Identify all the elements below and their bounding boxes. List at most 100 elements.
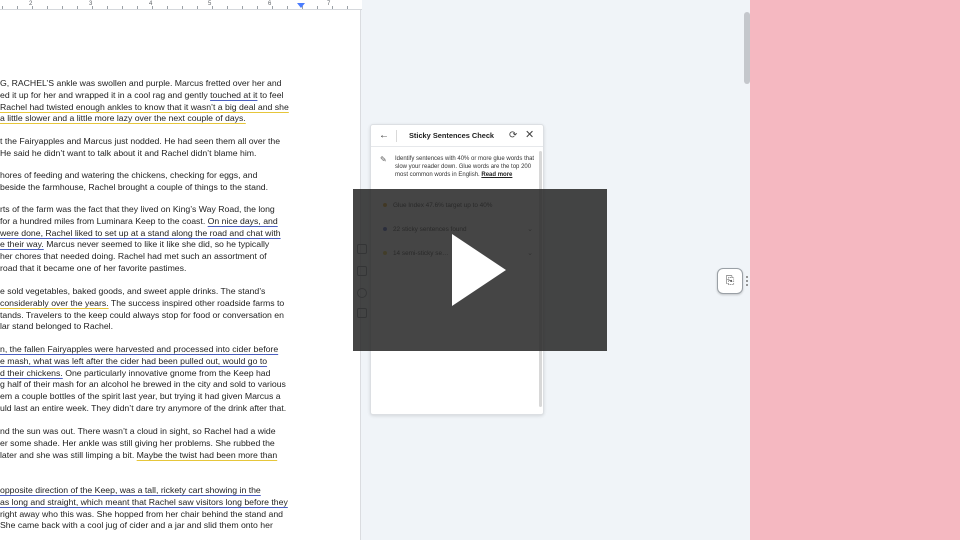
text-run: She came back with a cool jug of cider a… xyxy=(0,520,273,531)
close-icon[interactable]: ✕ xyxy=(525,128,534,142)
ruler-tick xyxy=(122,6,123,9)
text-run: nd the sun was out. There wasn’t a cloud… xyxy=(0,426,276,436)
ruler-tick xyxy=(182,6,183,9)
ruler[interactable]: 234567 xyxy=(0,0,362,10)
document-line[interactable]: considerably over the years. The success… xyxy=(0,298,284,309)
document-line[interactable]: er some shade. Her ankle was still givin… xyxy=(0,438,275,449)
text-run: to feel xyxy=(257,89,284,100)
document-line[interactable]: for a hundred miles from Luminara Keep t… xyxy=(0,216,278,227)
text-run: beside the farmhouse, Rachel brought a c… xyxy=(0,181,269,192)
text-run: em a couple bottles of the spirit last y… xyxy=(0,391,281,402)
document-line[interactable]: uld last an entire week. They didn’t dar… xyxy=(0,403,286,414)
clipboard-button[interactable]: ⎘ xyxy=(717,268,743,294)
text-run: right away who this was. She hopped from… xyxy=(0,508,283,519)
document-line[interactable]: She came back with a cool jug of cider a… xyxy=(0,520,273,531)
text-run: tands. Travelers to the keep could alway… xyxy=(0,309,284,320)
ruler-tick xyxy=(167,6,168,9)
text-run: uld last an entire week. They didn’t dar… xyxy=(0,403,287,413)
semi-sticky-sentence: Maybe the twist had been more than xyxy=(136,449,278,460)
text-run: er some shade. Her ankle was still givin… xyxy=(0,437,275,448)
ruler-tick xyxy=(2,6,3,9)
text-run: e sold vegetables, baked goods, and swee… xyxy=(0,286,266,296)
sticky-sentence: as long and straight, which meant that R… xyxy=(0,496,288,507)
text-run: hores of feeding and watering the chicke… xyxy=(0,170,258,180)
vertical-scrollbar[interactable] xyxy=(744,12,750,84)
document-line[interactable]: e their way. Marcus never seemed to like… xyxy=(0,239,269,250)
document-line[interactable]: G, RACHEL’S ankle was swollen and purple… xyxy=(0,78,282,89)
text-run: later and she was still limping a bit. xyxy=(0,449,137,460)
text-run: t the Fairyapples and Marcus just nodded… xyxy=(0,136,281,146)
document-line[interactable]: a little slower and a little more lazy o… xyxy=(0,113,246,124)
document-line[interactable]: tands. Travelers to the keep could alway… xyxy=(0,310,284,321)
ruler-tick xyxy=(197,6,198,9)
video-player-overlay[interactable] xyxy=(353,189,607,351)
ruler-tick xyxy=(137,6,138,9)
document-line[interactable]: ed it up for her and wrapped it in a coo… xyxy=(0,90,284,101)
clipboard-icon: ⎘ xyxy=(725,275,735,287)
document-line[interactable]: n, the fallen Fairyapples were harvested… xyxy=(0,344,278,355)
text-run: rts of the farm was the fact that they l… xyxy=(0,204,275,214)
document-line[interactable]: hores of feeding and watering the chicke… xyxy=(0,170,257,181)
ruler-number: 7 xyxy=(327,1,331,7)
document-line[interactable]: e mash, what was left after the cider ha… xyxy=(0,356,267,367)
semi-sticky-sentence: Rachel had twisted enough ankles to know… xyxy=(0,101,289,112)
document-line[interactable]: beside the farmhouse, Rachel brought a c… xyxy=(0,182,268,193)
document-line[interactable]: em a couple bottles of the spirit last y… xyxy=(0,391,281,402)
right-indent-marker[interactable] xyxy=(297,3,305,8)
document-line[interactable]: Rachel had twisted enough ankles to know… xyxy=(0,102,289,113)
ruler-tick xyxy=(242,6,243,9)
document-line[interactable]: lar stand belonged to Rachel. xyxy=(0,321,113,332)
sticky-sentence: opposite direction of the Keep, was a ta… xyxy=(0,485,261,495)
ruler-tick xyxy=(17,6,18,9)
document-line[interactable]: t the Fairyapples and Marcus just nodded… xyxy=(0,136,280,147)
read-more-link[interactable]: Read more xyxy=(481,172,512,178)
document-line[interactable]: e sold vegetables, baked goods, and swee… xyxy=(0,286,265,297)
document-line[interactable]: g half of their mash for an alcohol he b… xyxy=(0,379,286,390)
sticky-sentence: On nice days, and xyxy=(207,215,278,226)
document-line[interactable]: as long and straight, which meant that R… xyxy=(0,497,288,508)
document-line[interactable]: road that it became one of her favorite … xyxy=(0,263,186,274)
ruler-tick xyxy=(347,6,348,9)
ruler-tick xyxy=(272,6,273,9)
document-line[interactable]: d their chickens. One particularly innov… xyxy=(0,368,270,379)
document-line[interactable]: opposite direction of the Keep, was a ta… xyxy=(0,485,261,496)
document-line[interactable]: right away who this was. She hopped from… xyxy=(0,509,283,520)
ruler-tick xyxy=(317,6,318,9)
text-run: He said he didn’t want to talk about it … xyxy=(0,147,257,158)
drag-dot xyxy=(746,284,748,286)
sticky-sentence: d their chickens. xyxy=(0,367,63,378)
sticky-sentence: touched at it xyxy=(210,89,258,100)
ruler-tick xyxy=(47,6,48,9)
ruler-tick xyxy=(287,6,288,9)
document-line[interactable]: nd the sun was out. There wasn’t a cloud… xyxy=(0,426,276,437)
description-text: Identify sentences with 40% or more glue… xyxy=(395,156,535,178)
text-run: One particularly innovative gnome from t… xyxy=(62,367,271,378)
back-arrow-icon[interactable]: ← xyxy=(379,129,389,143)
text-run: G, RACHEL’S ankle was swollen and purple… xyxy=(0,78,282,88)
sticky-sentence: n, the fallen Fairyapples were harvested… xyxy=(0,344,279,354)
sticky-sentence: e their way. xyxy=(0,239,44,250)
text-run: g half of their mash for an alcohol he b… xyxy=(0,379,286,390)
document-line[interactable]: her chores that needed doing. Rachel had… xyxy=(0,251,267,262)
drag-dot xyxy=(746,280,748,282)
document-page[interactable]: G, RACHEL’S ankle was swollen and purple… xyxy=(0,10,361,540)
document-line[interactable]: later and she was still limping a bit. M… xyxy=(0,450,277,461)
panel-header: ← Sticky Sentences Check ⟳ ✕ xyxy=(371,125,543,147)
document-line[interactable]: rts of the farm was the fact that they l… xyxy=(0,204,275,215)
ruler-number: 6 xyxy=(268,1,272,7)
refresh-icon[interactable]: ⟳ xyxy=(509,129,517,143)
ruler-tick xyxy=(62,6,63,9)
text-run: her chores that needed doing. Rachel had… xyxy=(0,251,267,262)
drag-handle[interactable] xyxy=(746,276,750,286)
ruler-tick xyxy=(257,6,258,9)
play-icon[interactable] xyxy=(452,234,506,306)
document-line[interactable]: were done, Rachel liked to set up at a s… xyxy=(0,228,281,239)
header-divider xyxy=(396,130,397,142)
ruler-tick xyxy=(77,6,78,9)
document-line[interactable]: He said he didn’t want to talk about it … xyxy=(0,148,256,159)
drag-dot xyxy=(746,276,748,278)
pen-icon: ✎ xyxy=(380,155,387,164)
ruler-tick xyxy=(152,6,153,9)
text-run: lar stand belonged to Rachel. xyxy=(0,321,114,332)
text-run: ed it up for her and wrapped it in a coo… xyxy=(0,89,211,100)
